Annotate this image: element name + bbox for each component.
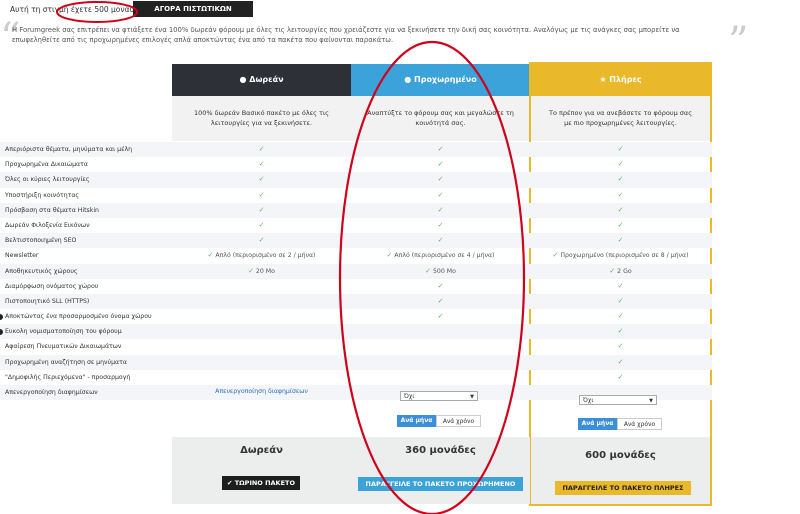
annotation-ellipse-advanced	[338, 40, 526, 514]
annotation-ellipse-credits	[56, 1, 138, 23]
red-annotation-overlay	[56, 1, 526, 514]
